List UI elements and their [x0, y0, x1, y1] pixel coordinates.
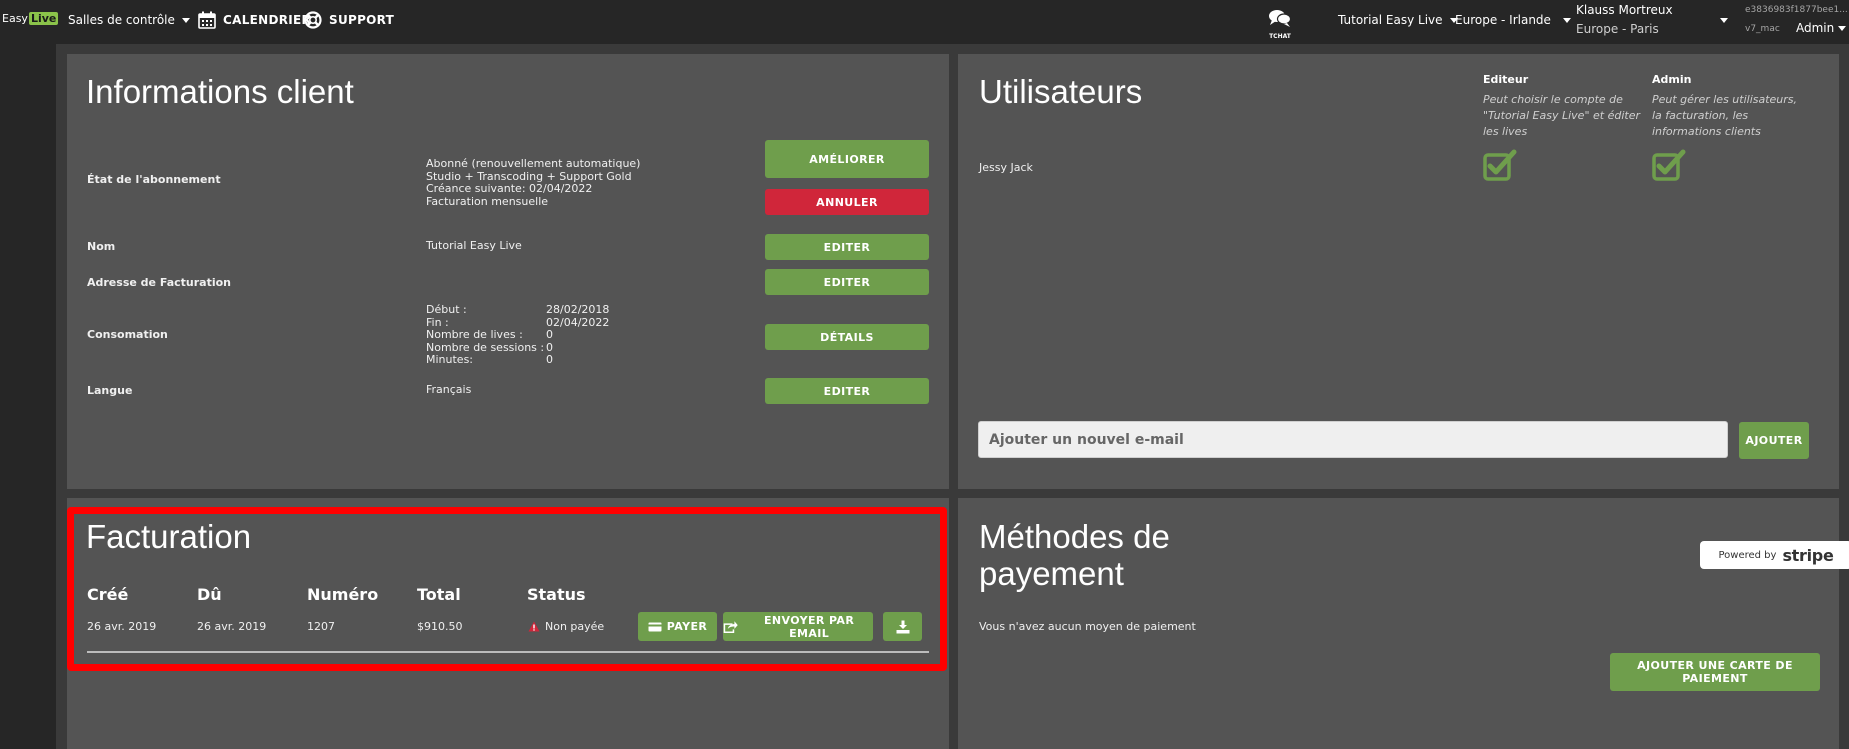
region-label: Europe - Irlande: [1455, 13, 1551, 27]
session-id: e3836983f1877bee1...: [1745, 5, 1848, 15]
support-label: SUPPORT: [329, 13, 395, 27]
consommation-details: Début :28/02/2018 Fin :02/04/2022 Nombre…: [426, 303, 610, 367]
payment-title-line: payement: [979, 555, 1124, 592]
nom-value: Tutorial Easy Live: [426, 239, 522, 252]
col-header-total: Total: [417, 585, 461, 604]
chevron-down-icon: [1838, 25, 1847, 31]
download-icon: [896, 620, 909, 633]
admin-description: Peut gérer les utilisateurs, la facturat…: [1652, 93, 1798, 138]
status-text: Non payée: [545, 620, 605, 633]
editeur-heading: Editeur: [1483, 73, 1529, 86]
payer-label: PAYER: [666, 620, 708, 633]
credit-card-icon: [648, 622, 662, 631]
conso-value: 0: [546, 328, 553, 341]
admin-checkbox-checked-icon[interactable]: [1652, 149, 1686, 181]
abonnement-value: Abonné (renouvellement automatique) Stud…: [426, 157, 641, 208]
chevron-down-icon: [1562, 17, 1571, 23]
chat-bubbles-icon: [1269, 10, 1292, 27]
admin-heading: Admin: [1652, 73, 1692, 86]
support-link[interactable]: SUPPORT: [304, 0, 394, 40]
nom-label: Nom: [87, 240, 116, 253]
payer-button[interactable]: PAYER: [638, 612, 717, 641]
langue-value: Français: [426, 383, 472, 396]
calendar-icon: [198, 11, 216, 29]
billing-title: Facturation: [86, 518, 252, 555]
powered-by-stripe-badge: Powered by stripe: [1700, 541, 1849, 569]
chevron-down-icon[interactable]: [1720, 18, 1728, 23]
region-dropdown[interactable]: Europe - Irlande: [1455, 0, 1571, 40]
tchat-label: TCHAT: [1269, 33, 1291, 40]
conso-row: Minutes: 0: [426, 353, 609, 367]
edit-langue-button[interactable]: EDITER: [765, 378, 929, 404]
col-header-du: Dû: [197, 585, 222, 604]
details-button[interactable]: DÉTAILS: [765, 324, 929, 350]
warning-icon: [528, 621, 540, 632]
salles-dropdown[interactable]: Salles de contrôle: [68, 0, 190, 40]
user-row-name: Jessy Jack: [979, 161, 1033, 174]
role-dropdown[interactable]: Admin: [1796, 21, 1847, 35]
calendar-label: CALENDRIER: [223, 13, 312, 27]
payment-title: Méthodes de payement: [979, 518, 1170, 592]
ameliorer-button[interactable]: AMÉLIORER: [765, 140, 929, 178]
client-info-title: Informations client: [86, 73, 354, 110]
ajouter-button[interactable]: AJOUTER: [1739, 422, 1809, 459]
col-header-status: Status: [527, 585, 586, 604]
adresse-label: Adresse de Facturation: [87, 276, 231, 289]
conso-key: Minutes:: [426, 353, 474, 366]
top-navigation-bar: Easy Live Salles de contrôle CALENDRIER S…: [0, 0, 1849, 44]
annuler-button[interactable]: ANNULER: [765, 189, 929, 215]
send-email-button[interactable]: ENVOYER PAR EMAIL: [723, 612, 873, 641]
conso-row: Nombre de lives : 0: [426, 328, 609, 342]
consommation-label: Consomation: [87, 328, 168, 341]
abonnement-line: Facturation mensuelle: [426, 194, 549, 208]
users-title: Utilisateurs: [979, 73, 1143, 110]
abonnement-line: Créance suivante: 02/04/2022: [426, 182, 593, 195]
download-button[interactable]: [883, 612, 922, 641]
invoice-cree: 26 avr. 2019: [87, 620, 157, 633]
share-icon: [723, 620, 738, 633]
logo-live-text: Live: [28, 12, 59, 25]
conso-key: Nombre de lives :: [426, 328, 523, 341]
invoice-numero: 1207: [307, 620, 335, 633]
account-dropdown[interactable]: Tutorial Easy Live: [1338, 0, 1458, 40]
role-label: Admin: [1796, 21, 1835, 35]
lifebuoy-icon: [304, 11, 322, 29]
invoice-status: Non payée: [528, 620, 604, 633]
conso-value: 0: [546, 353, 553, 366]
editeur-description: Peut choisir le compte de "Tutorial Easy…: [1483, 93, 1640, 138]
easylive-logo[interactable]: Easy Live: [2, 12, 59, 25]
invoice-total: $910.50: [417, 620, 463, 633]
new-email-input[interactable]: [978, 421, 1728, 458]
chevron-down-icon: [181, 17, 190, 23]
send-email-label: ENVOYER PAR EMAIL: [763, 613, 855, 640]
payment-title-line: Méthodes de: [979, 518, 1170, 555]
editeur-checkbox-checked-icon[interactable]: [1483, 149, 1517, 181]
tchat-button[interactable]: TCHAT: [1268, 8, 1292, 40]
user-dropdown[interactable]: Klauss Mortreux Europe - Paris: [1576, 3, 1722, 36]
left-sidebar: [0, 44, 56, 749]
edit-adresse-button[interactable]: EDITER: [765, 269, 929, 295]
salles-label: Salles de contrôle: [68, 13, 175, 27]
user-name: Klauss Mortreux: [1576, 3, 1673, 17]
stripe-logo: stripe: [1782, 545, 1834, 565]
invoice-du: 26 avr. 2019: [197, 620, 267, 633]
edit-nom-button[interactable]: EDITER: [765, 234, 929, 260]
user-timezone: Europe - Paris: [1576, 22, 1659, 36]
account-label: Tutorial Easy Live: [1338, 13, 1443, 27]
powered-by-text: Powered by: [1718, 549, 1777, 561]
abonnement-line: Abonné (renouvellement automatique): [426, 157, 641, 170]
conso-value: 0: [546, 340, 553, 354]
add-card-button[interactable]: AJOUTER UNE CARTE DE PAIEMENT: [1610, 653, 1820, 691]
abonnement-label: État de l'abonnement: [87, 173, 221, 186]
col-header-cree: Créé: [87, 585, 129, 604]
conso-key: Début :: [426, 303, 467, 316]
calendar-link[interactable]: CALENDRIER: [198, 0, 311, 40]
no-payment-text: Vous n'avez aucun moyen de paiement: [979, 620, 1196, 633]
logo-easy-text: Easy: [2, 12, 28, 25]
col-header-numero: Numéro: [307, 585, 379, 604]
conso-value: 28/02/2018: [546, 303, 610, 316]
conso-value: 02/04/2022: [546, 315, 610, 329]
langue-label: Langue: [87, 384, 133, 397]
table-divider: [87, 651, 929, 653]
